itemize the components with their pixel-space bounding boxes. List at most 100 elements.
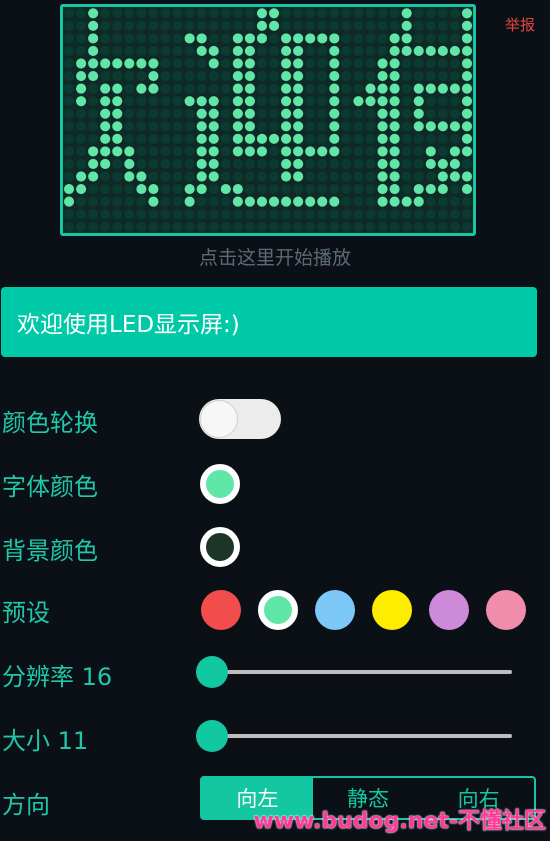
led-dot — [461, 209, 473, 220]
led-dot — [112, 171, 123, 182]
slider-thumb[interactable] — [196, 720, 228, 752]
led-dot-lit — [208, 171, 219, 182]
led-dot-lit — [425, 83, 436, 94]
led-matrix[interactable] — [63, 7, 473, 233]
led-dot-lit — [196, 133, 207, 144]
led-dot-lit — [293, 146, 304, 157]
led-dot-lit — [461, 146, 473, 157]
led-dot — [305, 8, 316, 19]
led-dot — [341, 70, 352, 82]
preset-color-swatch[interactable] — [258, 590, 298, 630]
play-hint[interactable]: 点击这里开始播放 — [0, 243, 550, 270]
led-dot — [449, 70, 460, 82]
preset-color-swatch[interactable] — [201, 590, 241, 630]
led-dot-lit — [413, 183, 424, 195]
led-dot — [317, 20, 328, 31]
resolution-label: 分辨率 16 — [2, 663, 113, 691]
led-dot-lit — [232, 58, 243, 69]
led-dot — [437, 196, 448, 207]
slider-thumb[interactable] — [196, 656, 228, 688]
led-dot — [353, 83, 364, 94]
led-dot — [196, 70, 207, 82]
led-dot-lit — [401, 20, 412, 31]
preset-color-swatch[interactable] — [372, 590, 412, 630]
led-dot-lit — [244, 121, 255, 132]
led-dot-lit — [377, 183, 388, 195]
led-dot — [461, 158, 473, 170]
led-dot — [365, 33, 376, 44]
led-dot — [76, 33, 87, 44]
color-cycle-toggle[interactable] — [199, 399, 281, 439]
led-dot-lit — [244, 133, 255, 144]
led-dot — [172, 20, 183, 31]
bg-color-swatch[interactable] — [200, 527, 240, 567]
led-dot — [305, 83, 316, 94]
led-dot-lit — [184, 96, 195, 107]
report-link[interactable]: 举报 — [505, 14, 535, 35]
led-dot-lit — [281, 45, 292, 57]
led-dot — [63, 108, 75, 119]
led-dot — [208, 183, 219, 195]
led-dot-lit — [88, 45, 99, 57]
led-dot — [401, 121, 412, 132]
led-dot — [389, 221, 400, 232]
led-dot-lit — [293, 58, 304, 69]
led-dot — [341, 45, 352, 57]
led-dot — [377, 8, 388, 19]
led-dot-lit — [244, 33, 255, 44]
led-dot — [317, 158, 328, 170]
led-dot — [196, 58, 207, 69]
led-dot — [148, 158, 159, 170]
preset-color-swatch[interactable] — [315, 590, 355, 630]
led-dot-lit — [389, 83, 400, 94]
led-dot — [256, 158, 268, 170]
led-dot-lit — [148, 70, 159, 82]
direction-label: 方向 — [2, 791, 50, 819]
led-dot-lit — [389, 121, 400, 132]
preset-color-swatch[interactable] — [429, 590, 469, 630]
led-dot — [437, 8, 448, 19]
led-dot — [353, 33, 364, 44]
led-dot — [413, 70, 424, 82]
led-dot — [425, 171, 436, 182]
led-dot — [160, 8, 171, 19]
led-dot-lit — [329, 196, 340, 207]
led-dot-lit — [461, 8, 473, 19]
led-dot — [148, 96, 159, 107]
size-slider[interactable] — [196, 720, 512, 752]
led-dot — [353, 8, 364, 19]
resolution-slider[interactable] — [196, 656, 512, 688]
led-dot — [305, 70, 316, 82]
led-dot-lit — [461, 45, 473, 57]
preset-color-swatch[interactable] — [486, 590, 526, 630]
led-dot — [365, 121, 376, 132]
led-dot — [136, 70, 147, 82]
led-dot-lit — [76, 58, 87, 69]
led-dot — [268, 171, 280, 182]
led-dot — [100, 45, 111, 57]
led-dot — [449, 209, 460, 220]
led-dot — [63, 96, 75, 107]
led-text-input[interactable] — [1, 287, 537, 357]
led-dot — [256, 209, 268, 220]
led-dot — [148, 20, 159, 31]
led-dot — [208, 8, 219, 19]
led-dot — [112, 33, 123, 44]
led-dot — [160, 70, 171, 82]
led-dot-lit — [389, 58, 400, 69]
led-dot-lit — [389, 96, 400, 107]
led-dot-lit — [88, 146, 99, 157]
led-dot — [184, 209, 195, 220]
led-dot — [76, 108, 87, 119]
led-dot — [196, 8, 207, 19]
led-dot-lit — [389, 133, 400, 144]
led-dot — [172, 183, 183, 195]
led-dot — [281, 8, 292, 19]
font-color-swatch[interactable] — [200, 464, 240, 504]
led-display[interactable] — [60, 4, 476, 236]
led-dot — [353, 146, 364, 157]
led-dot — [148, 45, 159, 57]
led-dot — [220, 33, 231, 44]
led-dot — [196, 209, 207, 220]
led-dot — [136, 133, 147, 144]
